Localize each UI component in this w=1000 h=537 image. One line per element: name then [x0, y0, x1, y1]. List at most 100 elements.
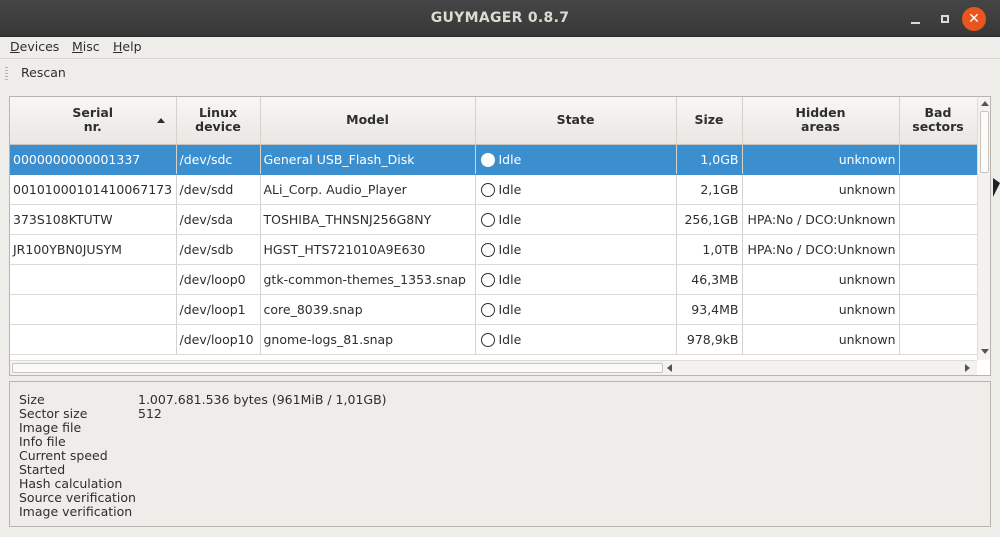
hidden-areas-cell: unknown — [742, 294, 900, 325]
info-label: Source verification — [19, 490, 136, 505]
bad-sectors-cell — [899, 264, 978, 295]
device-info-panel: Size 1.007.681.536 bytes (961MiB / 1,01G… — [9, 381, 991, 527]
device-cell: /dev/sda — [176, 204, 261, 235]
table-row[interactable]: JR100YBN0JUSYM /dev/sdb HGST_HTS721010A9… — [10, 234, 978, 265]
model-cell: core_8039.snap — [260, 294, 476, 325]
column-header-model[interactable]: Model — [260, 97, 476, 145]
state-cell: Idle — [475, 294, 677, 325]
state-idle-icon — [480, 152, 495, 167]
state-idle-icon — [480, 272, 495, 287]
table-row[interactable]: /dev/loop10 gnome-logs_81.snap Idle 978,… — [10, 324, 978, 355]
device-cell: /dev/loop0 — [176, 264, 261, 295]
model-cell: gtk-common-themes_1353.snap — [260, 264, 476, 295]
state-idle-icon — [480, 332, 495, 347]
bad-sectors-cell — [899, 294, 978, 325]
state-cell: Idle — [475, 174, 677, 205]
column-header-linux-device[interactable]: Linux device — [176, 97, 261, 145]
column-header-serial[interactable]: Serial nr. — [10, 97, 177, 145]
column-header-bad-sectors[interactable]: Bad sectors — [899, 97, 978, 145]
serial-cell: JR100YBN0JUSYM — [10, 234, 177, 265]
info-label: Sector size — [19, 406, 88, 421]
horizontal-scroll-thumb[interactable] — [12, 363, 663, 373]
model-cell: ALi_Corp. Audio_Player — [260, 174, 476, 205]
table-row[interactable]: /dev/loop0 gtk-common-themes_1353.snap I… — [10, 264, 978, 295]
state-idle-icon — [480, 212, 495, 227]
column-header-hidden-areas[interactable]: Hidden areas — [742, 97, 900, 145]
maximize-button[interactable] — [933, 7, 957, 31]
table-row[interactable]: 00101000101410067173 /dev/sdd ALi_Corp. … — [10, 174, 978, 205]
serial-cell — [10, 264, 177, 295]
state-cell: Idle — [475, 264, 677, 295]
model-cell: General USB_Flash_Disk — [260, 144, 476, 175]
scroll-right-icon[interactable] — [965, 364, 970, 372]
menu-help[interactable]: Help — [113, 39, 142, 54]
scroll-left-icon[interactable] — [667, 364, 672, 372]
column-header-state[interactable]: State — [475, 97, 677, 145]
close-button[interactable]: ✕ — [962, 7, 986, 31]
info-label: Size — [19, 392, 45, 407]
bad-sectors-cell — [899, 234, 978, 265]
table-row[interactable]: 0000000000001337 /dev/sdc General USB_Fl… — [10, 144, 978, 175]
hidden-areas-cell: unknown — [742, 174, 900, 205]
bad-sectors-cell — [899, 144, 978, 175]
minimize-button[interactable] — [903, 7, 927, 31]
device-cell: /dev/sdb — [176, 234, 261, 265]
bad-sectors-cell — [899, 204, 978, 235]
state-cell: Idle — [475, 324, 677, 355]
vertical-scrollbar[interactable] — [977, 97, 990, 360]
toolbar-grip-icon[interactable] — [5, 67, 8, 81]
serial-cell — [10, 294, 177, 325]
size-cell: 1,0TB — [676, 234, 743, 265]
state-idle-icon — [480, 182, 495, 197]
info-value: 1.007.681.536 bytes (961MiB / 1,01GB) — [138, 392, 387, 407]
size-cell: 93,4MB — [676, 294, 743, 325]
bad-sectors-cell — [899, 324, 978, 355]
size-cell: 256,1GB — [676, 204, 743, 235]
table-row[interactable]: /dev/loop1 core_8039.snap Idle 93,4MB un… — [10, 294, 978, 325]
info-label: Image file — [19, 420, 82, 435]
size-cell: 46,3MB — [676, 264, 743, 295]
hidden-areas-cell: unknown — [742, 144, 900, 175]
minimize-icon — [910, 22, 920, 24]
model-cell: HGST_HTS721010A9E630 — [260, 234, 476, 265]
hidden-areas-cell: HPA:No / DCO:Unknown — [742, 204, 900, 235]
window-title: GUYMAGER 0.8.7 — [430, 10, 570, 26]
menu-devices[interactable]: Devices — [10, 39, 59, 54]
serial-cell: 373S108KTUTW — [10, 204, 177, 235]
info-label: Hash calculation — [19, 476, 123, 491]
device-cell: /dev/loop10 — [176, 324, 261, 355]
state-idle-icon — [480, 242, 495, 257]
horizontal-scrollbar[interactable] — [10, 360, 977, 375]
info-label: Current speed — [19, 448, 108, 463]
scroll-up-icon[interactable] — [981, 101, 989, 106]
menu-misc[interactable]: Misc — [72, 39, 100, 54]
scroll-down-icon[interactable] — [981, 349, 989, 354]
bad-sectors-cell — [899, 174, 978, 205]
vertical-scroll-thumb[interactable] — [980, 111, 989, 173]
hidden-areas-cell: HPA:No / DCO:Unknown — [742, 234, 900, 265]
size-cell: 1,0GB — [676, 144, 743, 175]
info-value: 512 — [138, 406, 162, 421]
menu-bar: Devices Misc Help — [0, 37, 1000, 58]
column-header-size[interactable]: Size — [676, 97, 743, 145]
model-cell: TOSHIBA_THNSNJ256G8NY — [260, 204, 476, 235]
info-label: Started — [19, 462, 66, 477]
close-icon: ✕ — [968, 11, 980, 27]
device-cell: /dev/sdd — [176, 174, 261, 205]
rescan-button[interactable]: Rescan — [21, 65, 66, 80]
state-cell: Idle — [475, 204, 677, 235]
serial-cell — [10, 324, 177, 355]
size-cell: 978,9kB — [676, 324, 743, 355]
info-label: Image verification — [19, 504, 133, 519]
mouse-pointer-icon — [993, 178, 1000, 197]
hidden-areas-cell: unknown — [742, 264, 900, 295]
info-label: Info file — [19, 434, 66, 449]
maximize-icon — [941, 15, 949, 23]
model-cell: gnome-logs_81.snap — [260, 324, 476, 355]
device-cell: /dev/loop1 — [176, 294, 261, 325]
device-cell: /dev/sdc — [176, 144, 261, 175]
table-row[interactable]: 373S108KTUTW /dev/sda TOSHIBA_THNSNJ256G… — [10, 204, 978, 235]
state-cell: Idle — [475, 144, 677, 175]
serial-cell: 00101000101410067173 — [10, 174, 177, 205]
state-cell: Idle — [475, 234, 677, 265]
